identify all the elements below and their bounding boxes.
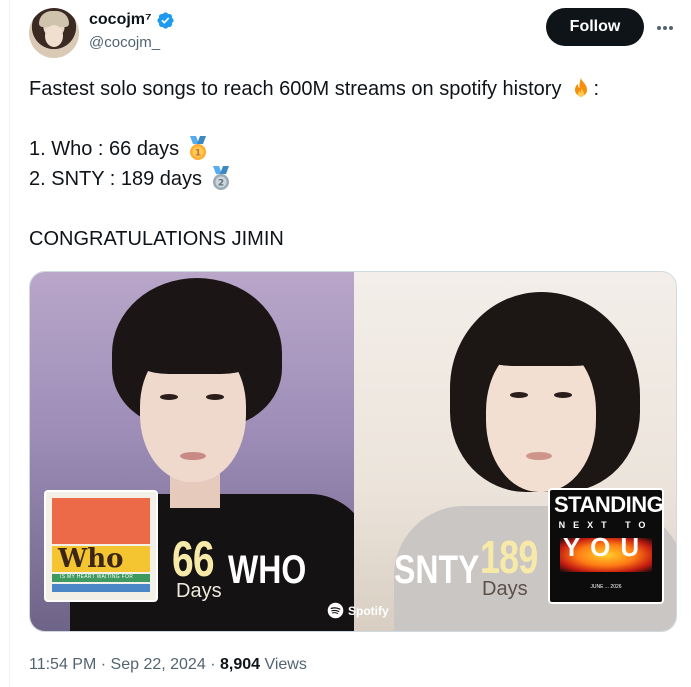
album-title-line-1: STANDING [554, 492, 664, 517]
spotify-icon [327, 602, 344, 619]
timeline-border [9, 0, 10, 687]
album-title-line-2: NEXT TO [558, 520, 654, 530]
author-display-name[interactable]: cocojm⁷ [89, 10, 152, 30]
tweet-line-4-text: CONGRATULATIONS JIMIN [29, 228, 284, 250]
media-panel-snty: SNTY 189 Days STANDING NEXT TO YOU JUNE … [354, 272, 676, 631]
meta-separator: · [210, 656, 216, 673]
verified-badge-icon [157, 11, 174, 29]
svg-text:1: 1 [195, 149, 201, 159]
first-place-medal-icon: 1 [190, 136, 207, 160]
album-subtitle-who: IS MY HEART WAITING FOR [60, 574, 134, 580]
who-days-label: Days [176, 580, 222, 602]
author-block: cocojm⁷ @cocojm_ [89, 10, 175, 53]
portrait-lips [526, 452, 552, 460]
tweet-line-2-text: 1. Who : 66 days [29, 138, 180, 160]
tweet-line-2: 1. Who : 66 days 1 [29, 134, 669, 164]
album-cover-standing-next-to-you: STANDING NEXT TO YOU JUNE ... 2026 [548, 488, 664, 604]
portrait-eye [206, 394, 224, 400]
album-title-line-3: YOU [562, 532, 650, 562]
author-name-row[interactable]: cocojm⁷ [89, 10, 175, 30]
media-panel-who: Who IS MY HEART WAITING FOR 66 Days WHO [30, 272, 354, 631]
tweet-line-3: 2. SNTY : 189 days 2 [29, 164, 669, 194]
spotify-wordmark: Spotify [348, 603, 389, 618]
avatar[interactable] [29, 8, 79, 58]
more-icon[interactable] [655, 18, 675, 38]
tweet-media-image[interactable]: Who IS MY HEART WAITING FOR 66 Days WHO … [29, 271, 677, 632]
tweet-line-3-text: 2. SNTY : 189 days [29, 168, 203, 190]
second-place-medal-icon: 2 [213, 166, 230, 190]
tweet-line-1-suffix: : [593, 78, 600, 100]
fire-emoji-icon [575, 78, 588, 97]
snty-song-title: SNTY [394, 548, 480, 592]
meta-separator: · [100, 656, 107, 673]
portrait-fringe [474, 314, 614, 366]
who-song-title: WHO [228, 548, 307, 592]
portrait-eye [510, 392, 528, 398]
album-release-date: JUNE ... 2026 [590, 584, 622, 590]
snty-days-label: Days [482, 578, 528, 600]
portrait-fringe [130, 312, 260, 374]
album-title-who: Who [58, 544, 124, 574]
portrait-eye [554, 392, 572, 398]
album-cover-who: Who IS MY HEART WAITING FOR [44, 490, 158, 602]
tweet-text: Fastest solo songs to reach 600M streams… [29, 74, 669, 254]
views-label: Views [264, 656, 307, 673]
follow-button[interactable]: Follow [546, 8, 644, 46]
tweet-date[interactable]: Sep 22, 2024 [111, 656, 206, 673]
snty-days-number: 189 [480, 531, 538, 583]
avatar-face [45, 25, 63, 47]
tweet-meta: 11:54 PM · Sep 22, 2024 · 8,904 Views [29, 655, 307, 675]
tweet-time[interactable]: 11:54 PM [29, 656, 96, 673]
author-handle[interactable]: @cocojm_ [89, 33, 175, 53]
tweet-line-1-text: Fastest solo songs to reach 600M streams… [29, 78, 562, 100]
portrait-lips [180, 452, 206, 460]
views-count: 8,904 [219, 656, 261, 673]
tweet-line-4: CONGRATULATIONS JIMIN [29, 224, 669, 254]
spotify-logo: Spotify [327, 602, 389, 619]
portrait-eye [160, 394, 178, 400]
tweet-line-1: Fastest solo songs to reach 600M streams… [29, 74, 669, 104]
svg-text:2: 2 [218, 179, 224, 189]
